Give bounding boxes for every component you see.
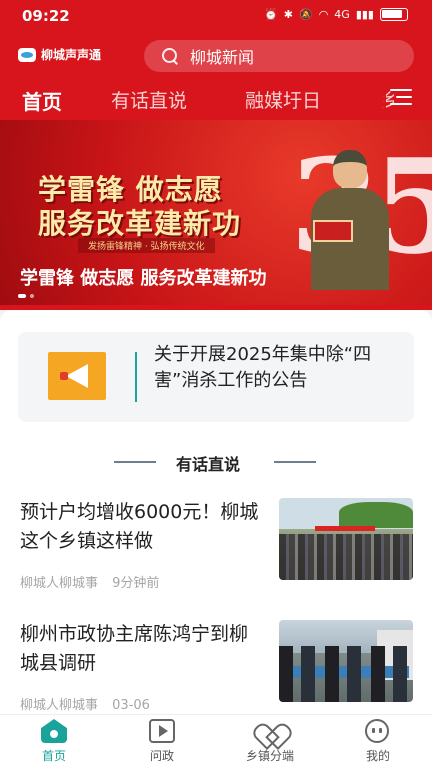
megaphone-icon [58, 364, 94, 388]
home-icon [41, 719, 67, 743]
news-title: 预计户均增收6000元！柳城这个乡镇这样做 [20, 501, 259, 552]
news-meta: 柳城人柳城事 03-06 [20, 694, 150, 713]
section-title: 有话直说 [176, 455, 241, 474]
tab-rongmei-xuri[interactable]: 融媒圩日 [245, 86, 321, 113]
news-item[interactable]: 预计户均增收6000元！柳城这个乡镇这样做 柳城人柳城事 9分钟前 [0, 494, 432, 606]
notice-thumbnail [48, 352, 106, 400]
carousel-dot-active [18, 294, 26, 298]
news-item[interactable]: 柳州市政协主席陈鸿宁到柳城县调研 柳城人柳城事 03-06 [0, 616, 432, 728]
wifi-icon: ◠ [318, 8, 329, 21]
banner-figure-illustration [305, 150, 395, 290]
app-name: 柳城声声通 [41, 48, 102, 62]
notice-text: 关于开展2025年集中除“四害”消杀工作的公告 [154, 344, 372, 391]
heart-icon [257, 719, 283, 743]
channel-menu-icon[interactable] [390, 89, 412, 107]
profile-icon [365, 719, 389, 743]
news-time: 03-06 [112, 698, 150, 713]
carousel-indicator [18, 294, 34, 298]
news-thumbnail [279, 498, 413, 580]
app-bar: 柳城声声通 柳城新闻 [0, 40, 432, 72]
app-logo: 柳城声声通 [18, 46, 101, 63]
news-source: 柳城人柳城事 [20, 576, 99, 591]
section-line-left [114, 461, 156, 463]
carousel-dot [30, 294, 34, 298]
news-meta: 柳城人柳城事 9分钟前 [20, 572, 159, 591]
header-area: 09:22 ⏰ ✱ 🔕 ◠ 4G ▮▮▮ 柳城声声通 柳城新闻 首页 有话直说 … [0, 0, 432, 310]
news-title: 柳州市政协主席陈鸿宁到柳城县调研 [20, 623, 249, 674]
bottom-navigation: 首页 问政 乡镇分端 我的 [0, 714, 432, 768]
signal-icon: ▮▮▮ [355, 8, 374, 21]
nav-label: 首页 [41, 749, 66, 763]
banner-subline: 发扬雷锋精神 · 弘扬传统文化 [78, 238, 215, 253]
main-content: 关于开展2025年集中除“四害”消杀工作的公告 有话直说 预计户均增收6000元… [0, 310, 432, 714]
channel-tabs: 首页 有话直说 融媒圩日 乡 [0, 82, 432, 116]
nav-home[interactable]: 首页 [0, 715, 108, 768]
notice-card[interactable]: 关于开展2025年集中除“四害”消杀工作的公告 [18, 332, 414, 422]
news-thumbnail [279, 620, 413, 702]
banner-line2: 服务改革建新功 [38, 207, 242, 240]
search-bar[interactable]: 柳城新闻 [144, 40, 414, 72]
status-bar: 09:22 ⏰ ✱ 🔕 ◠ 4G ▮▮▮ [0, 0, 432, 32]
section-line-right [274, 461, 316, 463]
battery-icon [380, 8, 408, 21]
mute-icon: 🔕 [298, 8, 313, 21]
notice-divider [135, 352, 137, 402]
banner-caption: 学雷锋 做志愿 服务改革建新功 [20, 268, 267, 289]
nav-mine[interactable]: 我的 [324, 715, 432, 768]
nav-label: 乡镇分端 [245, 749, 294, 763]
news-time: 9分钟前 [112, 576, 160, 591]
video-icon [149, 719, 175, 743]
tab-fade [356, 84, 386, 114]
nav-wenzheng[interactable]: 问政 [108, 715, 216, 768]
search-placeholder: 柳城新闻 [190, 48, 255, 67]
search-icon [162, 48, 178, 64]
status-time: 09:22 [22, 7, 70, 25]
nav-township[interactable]: 乡镇分端 [216, 715, 324, 768]
news-source: 柳城人柳城事 [20, 698, 99, 713]
tab-home[interactable]: 首页 [22, 86, 62, 115]
bluetooth-icon: ✱ [283, 8, 293, 21]
alarm-icon: ⏰ [264, 8, 278, 21]
network-label: 4G [334, 8, 350, 21]
logo-icon [18, 47, 36, 62]
nav-label: 我的 [365, 749, 390, 763]
nav-label: 问政 [149, 749, 174, 763]
section-header: 有话直说 [0, 450, 432, 474]
status-icons: ⏰ ✱ 🔕 ◠ 4G ▮▮▮ [264, 8, 408, 21]
tab-youhua-zhishuo[interactable]: 有话直说 [111, 86, 187, 113]
